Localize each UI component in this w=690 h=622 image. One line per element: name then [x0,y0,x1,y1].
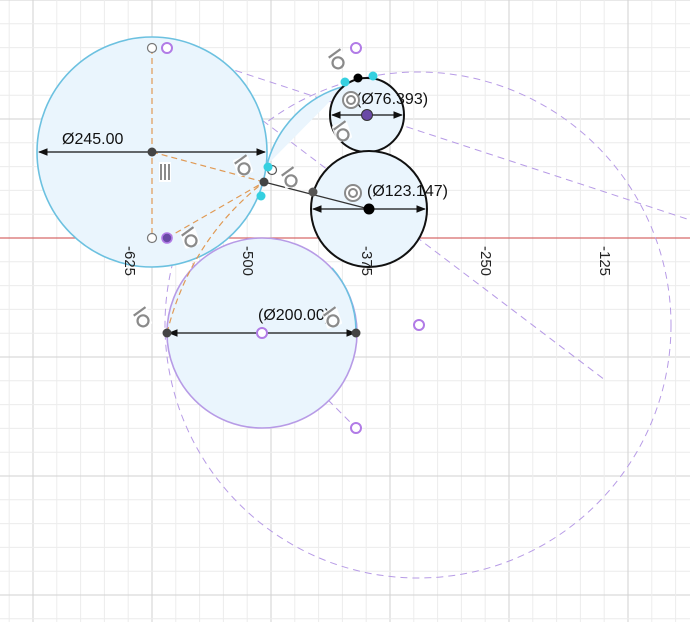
axis-tick-label: -125 [596,246,613,276]
axis-tick-label: -375 [358,246,375,276]
small-circle-dimension[interactable]: (Ø76.393) [356,91,428,108]
axis-tick-label: -500 [239,246,256,276]
axis-tick-label: -250 [477,246,494,276]
medium-circle-dimension[interactable]: (Ø123.147) [367,183,448,200]
fix-constraint-icon[interactable] [159,162,171,182]
large-circle-dimension[interactable]: Ø245.00 [62,131,123,148]
concentric-constraint-icon[interactable] [344,184,362,202]
tangent-constraint-icon[interactable] [130,305,154,331]
concentric-constraint-icon[interactable] [342,91,360,109]
tangent-constraint-icon[interactable] [278,165,302,191]
axis-tick-label: -625 [121,246,138,276]
tangent-constraint-icon[interactable] [325,47,349,73]
sketch-svg[interactable]: Ø245.00 (Ø76.393) (Ø123.147) (Ø200.00) -… [0,0,690,622]
sketch-canvas[interactable]: Ø245.00 (Ø76.393) (Ø123.147) (Ø200.00) -… [0,0,690,622]
lower-circle-dimension[interactable]: (Ø200.00) [258,307,330,324]
